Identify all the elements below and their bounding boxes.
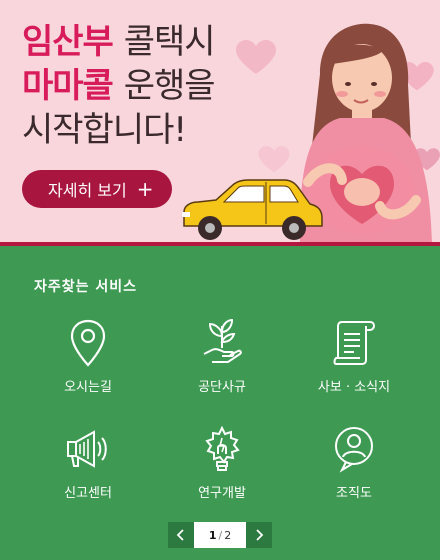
service-directions[interactable]: 오시는길 [28,318,148,414]
banner-headline: 임산부 콜택시 마마콜 운행을 시작합니다! [22,20,216,152]
service-label: 사보 · 소식지 [317,380,391,395]
taxi-illustration [182,179,323,240]
prev-page-button[interactable] [168,522,194,548]
service-report-center[interactable]: 신고센터 [28,424,148,520]
plus-icon: + [136,177,154,201]
page-indicator: 1 / 2 [194,522,246,548]
plant-hand-icon [203,318,242,363]
services-pager: 1 / 2 [168,522,272,548]
person-chat-icon [335,427,373,473]
location-pin-icon [70,319,106,367]
service-regulations[interactable]: 공단사규 [162,318,282,414]
headline-text-3: 시작합니다! [22,110,187,150]
service-newsletter[interactable]: 사보 · 소식지 [294,318,414,414]
service-label: 오시는길 [64,380,112,395]
headline-text-1: 콜택시 [123,22,216,62]
headline-accent-1: 임산부 [22,22,114,62]
hero-banner[interactable]: 임산부 콜택시 마마콜 운행을 시작합니다! 자세히 보기 + [0,0,440,246]
scroll-icon [333,321,376,365]
chevron-right-icon [256,529,264,541]
chevron-left-icon [176,529,184,541]
service-label: 조직도 [336,486,372,501]
megaphone-icon [67,430,107,468]
page-separator: / [218,528,223,542]
total-pages: 2 [224,528,232,542]
service-label: 신고센터 [64,486,112,501]
headline-accent-2: 마마콜 [22,66,114,106]
heart-decoration-icon [236,40,276,74]
next-page-button[interactable] [246,522,272,548]
service-research[interactable]: 연구개발 [162,424,282,520]
headline-text-2: 운행을 [123,66,216,106]
gear-bulb-icon [205,425,240,471]
view-details-button[interactable]: 자세히 보기 + [22,170,172,208]
service-org-chart[interactable]: 조직도 [294,424,414,520]
service-label: 연구개발 [198,486,246,501]
service-label: 공단사규 [198,380,246,395]
services-title: 자주찾는 서비스 [34,279,138,295]
current-page: 1 [208,528,217,542]
view-details-label: 자세히 보기 [48,181,127,200]
frequent-services-panel: 자주찾는 서비스 오시는길 공단사규 사보 · 소식지 신고센터 연구개발 조직… [0,246,440,560]
